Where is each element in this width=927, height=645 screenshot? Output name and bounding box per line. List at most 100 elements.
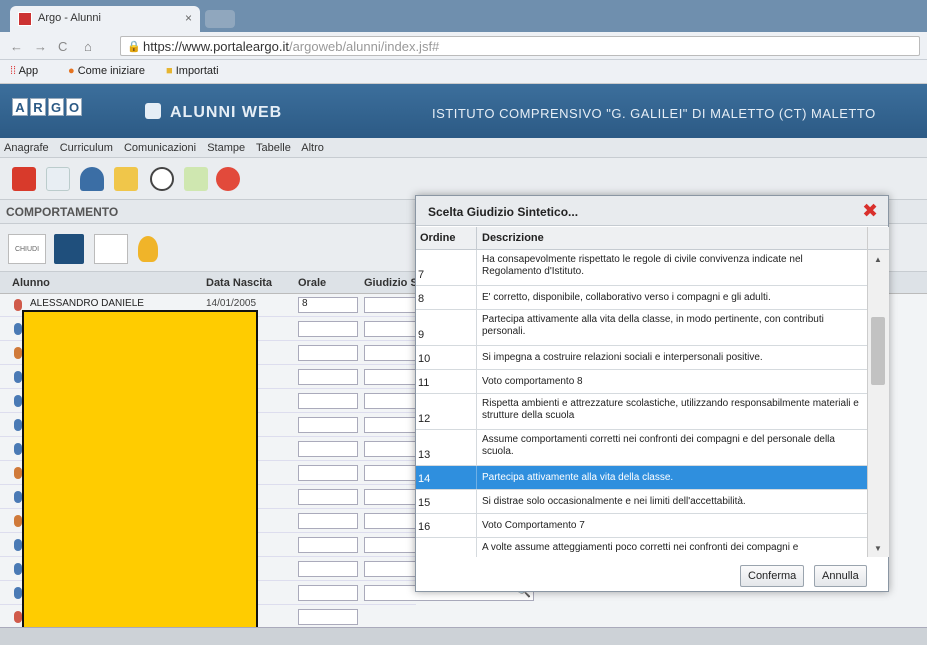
confirm-button[interactable]: Conferma (740, 565, 805, 587)
judgement-field[interactable] (364, 393, 416, 409)
toolbar (0, 158, 927, 200)
judgement-field[interactable] (364, 513, 416, 529)
pin-icon (14, 611, 22, 623)
judgement-field[interactable] (364, 537, 416, 553)
bookmark-importati[interactable]: ■ Importati (166, 65, 219, 77)
folder-icon[interactable] (114, 167, 138, 191)
judgement-field[interactable] (364, 417, 416, 433)
help-lifebuoy-icon[interactable] (216, 167, 240, 191)
judgement-field[interactable] (364, 297, 416, 313)
bookmarks-bar: ⁞⁞ App ● Come iniziare ■ Importati (0, 60, 927, 84)
grade-field[interactable] (298, 609, 358, 625)
app-title: ALUNNI WEB (170, 104, 283, 121)
judgement-field[interactable] (364, 441, 416, 457)
col-descrizione: Descrizione (482, 232, 544, 244)
judgement-field[interactable] (364, 345, 416, 361)
pin-icon (14, 443, 22, 455)
menu-curriculum[interactable]: Curriculum (60, 142, 113, 154)
forward-icon[interactable]: → (34, 39, 47, 54)
students-icon[interactable] (80, 167, 104, 191)
col-ordine: Ordine (420, 232, 456, 244)
add-class-icon[interactable] (46, 167, 70, 191)
list-item[interactable]: 16 Voto Comportamento 7 (416, 514, 867, 538)
list-item[interactable]: 17A volte assume atteggiamenti poco corr… (416, 538, 867, 557)
grade-field[interactable] (298, 417, 358, 433)
school-name: ISTITUTO COMPRENSIVO "G. GALILEI" DI MAL… (432, 106, 876, 121)
list-item[interactable]: 10 Si impegna a costruire relazioni socia… (416, 346, 867, 370)
judgement-field[interactable] (364, 321, 416, 337)
grade-field[interactable] (298, 585, 358, 601)
judgement-field[interactable] (364, 465, 416, 481)
pin-icon (14, 563, 22, 575)
grade-field[interactable] (298, 369, 358, 385)
flag-icon[interactable] (94, 234, 128, 264)
home-icon[interactable]: ⌂ (84, 39, 92, 54)
dialog-table-header: Ordine Descrizione (416, 227, 880, 250)
grade-field[interactable] (298, 561, 358, 577)
dialog-scrollbar[interactable]: ▲ ▼ (867, 227, 889, 557)
grade-field[interactable] (298, 513, 358, 529)
menu-altro[interactable]: Altro (301, 142, 324, 154)
birth-date: 14/01/2005 (206, 298, 257, 309)
list-item[interactable]: 13 Assume comportamenti corretti nei conf… (416, 430, 867, 466)
list-item[interactable]: 11 Voto comportamento 8 (416, 370, 867, 394)
grade-field[interactable] (298, 537, 358, 553)
list-item[interactable]: 9 Partecipa attivamente alla vita della c… (416, 310, 867, 346)
pin-icon (14, 299, 22, 311)
bookmark-come-iniziare[interactable]: ● Come iniziare (68, 65, 145, 77)
pin-icon (14, 347, 22, 359)
grade-field[interactable] (298, 489, 358, 505)
browser-tab[interactable]: Argo - Alunni × (10, 6, 200, 32)
argo-a-icon[interactable] (150, 167, 174, 191)
save-icon[interactable] (54, 234, 84, 264)
argo-logo: A R G O (12, 98, 82, 116)
judgement-field[interactable] (364, 369, 416, 385)
list-item[interactable]: 12 Rispetta ambienti e attrezzature scola… (416, 394, 867, 430)
lightbulb-icon[interactable] (138, 236, 158, 262)
grade-field[interactable] (298, 321, 358, 337)
reload-icon[interactable]: C (58, 39, 67, 54)
cancel-button[interactable]: Annulla (814, 565, 867, 587)
close-button[interactable]: CHIUDI (8, 234, 46, 264)
back-icon[interactable]: ← (10, 39, 23, 54)
grade-field[interactable] (298, 345, 358, 361)
grades-8-icon[interactable] (184, 167, 208, 191)
grade-field[interactable] (298, 465, 358, 481)
list-item[interactable]: 7 Ha consapevolmente rispettato le regole… (416, 250, 867, 286)
pin-icon (14, 539, 22, 551)
grade-field[interactable] (298, 441, 358, 457)
menu-comunicazioni[interactable]: Comunicazioni (124, 142, 196, 154)
dialog-footer: Conferma Annulla (416, 557, 888, 591)
status-bar (0, 627, 927, 645)
judgement-field[interactable] (364, 489, 416, 505)
new-tab-button[interactable] (205, 10, 235, 28)
col-giudizio: Giudizio S (364, 277, 418, 289)
menu-tabelle[interactable]: Tabelle (256, 142, 291, 154)
list-item-selected[interactable]: 14 Partecipa attivamente alla vita della … (416, 466, 867, 490)
list-item[interactable]: 15 Si distrae solo occasionalmente e nei … (416, 490, 867, 514)
list-item[interactable]: 8 E' corretto, disponibile, collaborativo… (416, 286, 867, 310)
col-alunno: Alunno (12, 277, 50, 289)
pin-icon (14, 371, 22, 383)
grade-field[interactable] (298, 393, 358, 409)
graduation-cap-icon (145, 103, 161, 119)
lock-icon: 🔒 (127, 41, 141, 53)
close-tab-icon[interactable]: × (185, 11, 192, 25)
main-menu: Anagrafe Curriculum Comunicazioni Stampe… (0, 138, 927, 158)
scroll-up-icon[interactable]: ▲ (874, 255, 882, 264)
scroll-thumb[interactable] (871, 317, 885, 385)
dialog-title: Scelta Giudizio Sintetico... ✖ (416, 196, 888, 226)
pin-icon (14, 491, 22, 503)
url-path: /argoweb/alunni/index.jsf# (288, 39, 440, 54)
col-data-nascita: Data Nascita (206, 277, 273, 289)
grade-field[interactable]: 8 (298, 297, 358, 313)
bookmark-apps[interactable]: ⁞⁞ App (10, 65, 38, 77)
judgement-field[interactable] (364, 561, 416, 577)
exit-icon[interactable] (12, 167, 36, 191)
pin-icon (14, 587, 22, 599)
scroll-down-icon[interactable]: ▼ (874, 544, 882, 553)
close-dialog-icon[interactable]: ✖ (862, 200, 878, 223)
menu-anagrafe[interactable]: Anagrafe (4, 142, 49, 154)
menu-stampe[interactable]: Stampe (207, 142, 245, 154)
url-input[interactable]: 🔒 https://www.portaleargo.it/argoweb/alu… (120, 36, 920, 56)
